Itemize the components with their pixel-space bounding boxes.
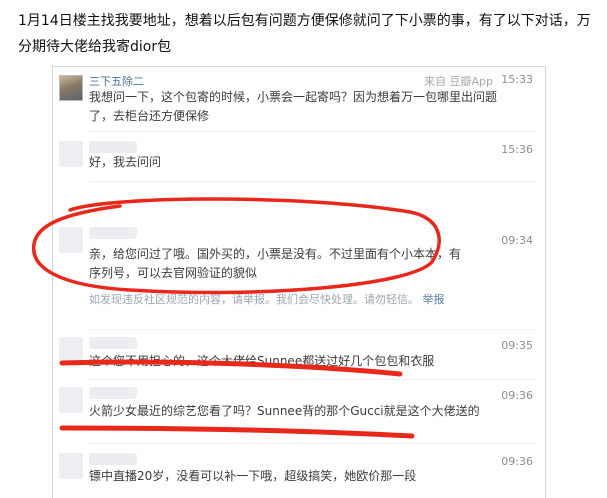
- message-time: 15:33: [501, 73, 533, 86]
- sender-name[interactable]: [89, 387, 137, 399]
- sender-name[interactable]: 三下五除二: [89, 73, 144, 89]
- message-text: 亲，给您问过了哦。国外买的，小票是没有。不过里面有个小本本，有序列号，可以去官网…: [89, 247, 462, 280]
- avatar[interactable]: [59, 337, 83, 363]
- divider: [89, 181, 537, 182]
- avatar[interactable]: [59, 227, 83, 253]
- message-text: 火箭少女最近的综艺您看了吗？Sunnee背的那个Gucci就是这个大佬送的: [89, 404, 480, 418]
- message-text: 这个您不用担心的，这个大佬给Sunnee都送过好几个包包和衣服: [89, 354, 435, 368]
- divider: [89, 329, 537, 330]
- divider: [89, 131, 537, 132]
- message-time: 09:34: [501, 234, 533, 247]
- message-text: 镖中直播20岁，没看可以补一下哦，超级搞笑，她欧价那一段: [89, 469, 417, 483]
- divider: [89, 379, 537, 380]
- message-time: 09:35: [501, 339, 533, 352]
- avatar[interactable]: [59, 75, 83, 101]
- sender-name[interactable]: [89, 141, 137, 153]
- message-text: 好，我去问问: [89, 155, 162, 169]
- message-text: 我想问一下，这个包寄的时候，小票会一起寄吗？因为想着万一包哪里出问题了，去柜台还…: [89, 90, 498, 123]
- notice-body: 如发现违反社区规范的内容，请举报。我们会尽快处理。请勿轻信。: [89, 293, 419, 306]
- message-source: 来自 豆瓣App: [424, 75, 493, 88]
- avatar[interactable]: [59, 387, 83, 413]
- sender-name[interactable]: [89, 453, 137, 465]
- notice-text: 如发现违反社区规范的内容，请举报。我们会尽快处理。请勿轻信。 举报: [89, 291, 509, 308]
- divider: [89, 443, 537, 444]
- post-intro-text: 1月14日楼主找我要地址，想着以后包有问题方便保修就问了下小票的事，有了以下对话…: [18, 13, 591, 55]
- message-thread: 三下五除二 来自 豆瓣App 15:33 我想问一下，这个包寄的时候，小票会一起…: [52, 66, 546, 498]
- sender-name[interactable]: [89, 227, 137, 239]
- avatar[interactable]: [59, 453, 83, 479]
- report-link[interactable]: 举报: [423, 293, 445, 306]
- avatar[interactable]: [59, 141, 83, 167]
- sender-name[interactable]: [89, 337, 137, 349]
- message-time: 09:36: [501, 389, 533, 402]
